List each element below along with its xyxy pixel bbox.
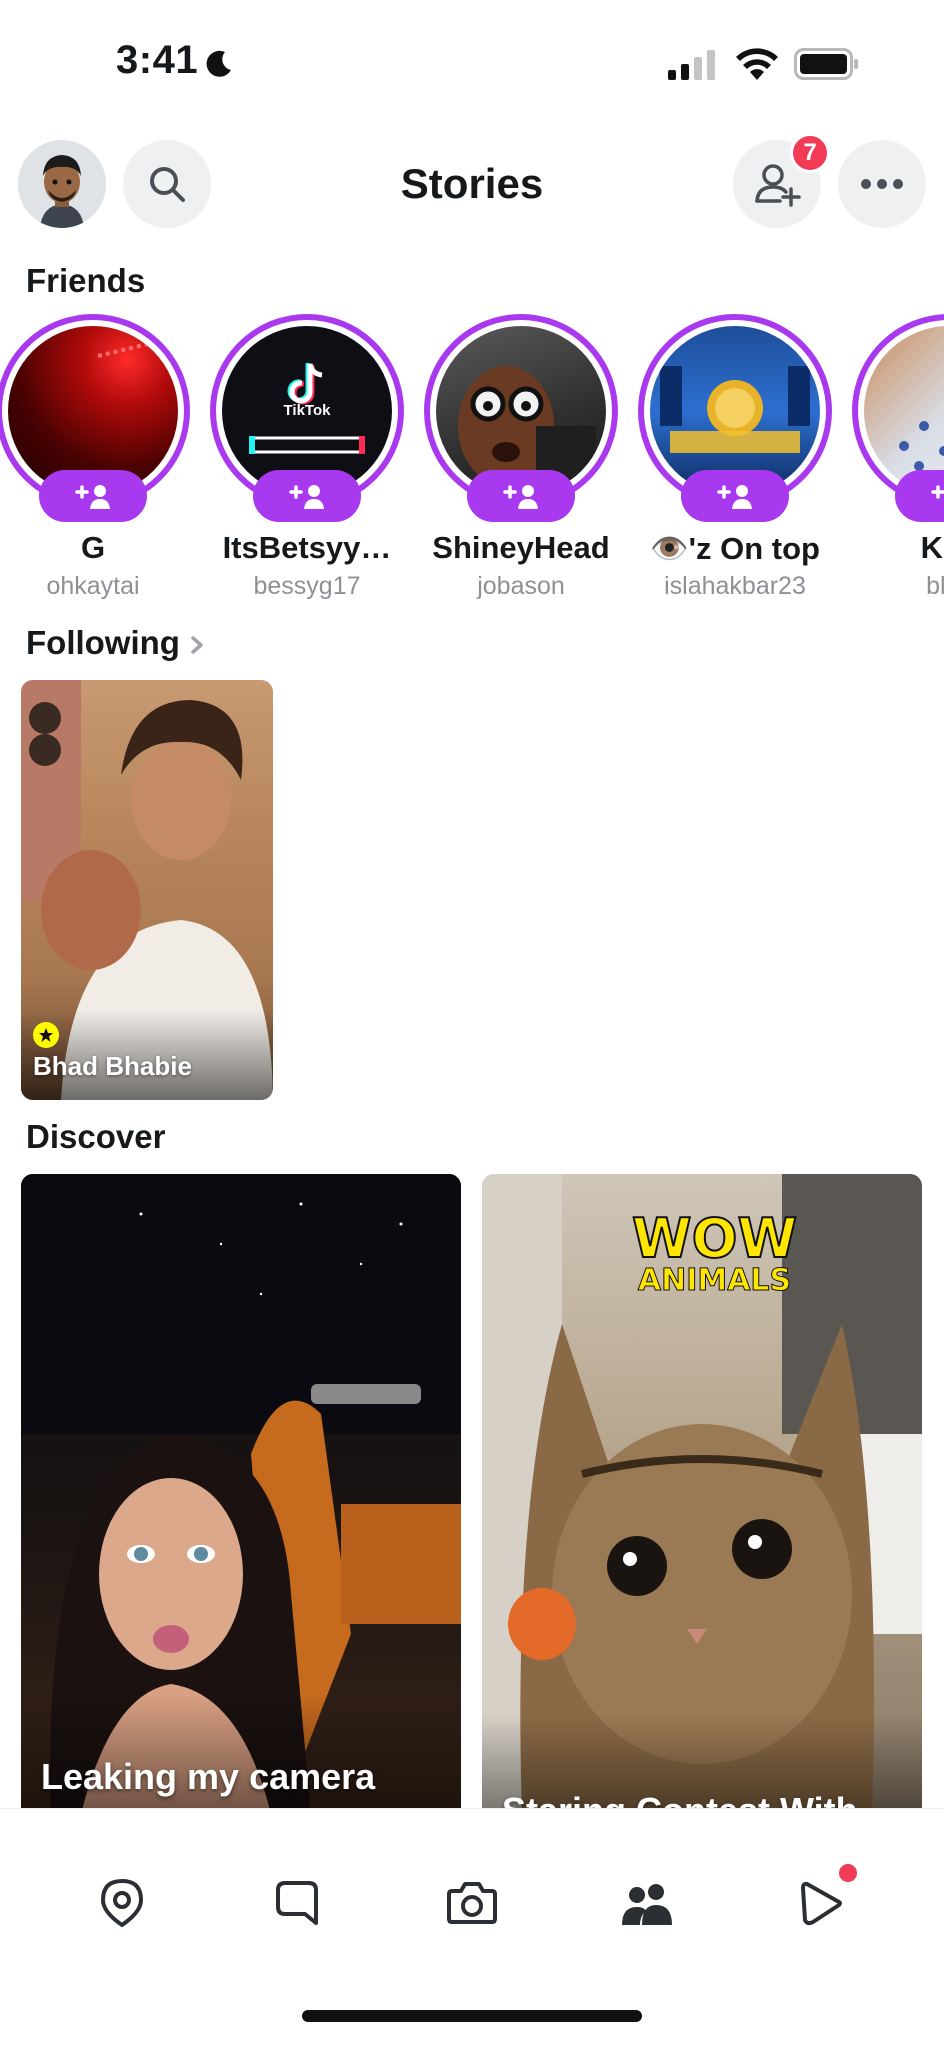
- friend-name: Kay: [920, 530, 944, 565]
- ellipsis-icon: [861, 179, 903, 189]
- nav-camera[interactable]: [440, 1871, 504, 1935]
- add-friend-pill[interactable]: [253, 470, 361, 522]
- plus-person-icon: [717, 485, 752, 509]
- chevron-right-icon: [191, 636, 203, 655]
- friend-name: G: [80, 530, 106, 565]
- following-story-card[interactable]: Bhad Bhabie: [21, 680, 273, 1100]
- nav-chat[interactable]: [265, 1871, 329, 1935]
- stories-icon: [622, 1884, 672, 1925]
- friend-name: ItsBetsyy…: [222, 530, 392, 565]
- following-story-name: Bhad Bhabie: [33, 1051, 192, 1081]
- plus-person-icon: [289, 485, 324, 509]
- more-options-button[interactable]: [838, 140, 926, 228]
- nav-spotlight[interactable]: [790, 1861, 860, 1935]
- wow-animals-logo: WOW ANIMALS: [631, 1207, 798, 1298]
- friend-story[interactable]: ShineyHead jobason: [414, 312, 628, 612]
- home-indicator[interactable]: [302, 2010, 642, 2022]
- spotlight-icon: [801, 1881, 842, 1926]
- tiktok-label: TikTok: [283, 402, 331, 419]
- plus-person-icon: [503, 485, 538, 509]
- logo-top: WOW: [631, 1207, 798, 1270]
- add-friend-pill[interactable]: [39, 470, 147, 522]
- friend-username: blas: [926, 572, 944, 600]
- discover-thumbnail: [21, 1174, 461, 1814]
- nav-map[interactable]: [90, 1871, 154, 1935]
- section-title-following[interactable]: Following: [26, 624, 208, 662]
- following-label: Following: [26, 624, 180, 661]
- wifi-icon: [736, 48, 778, 80]
- chat-icon: [276, 1881, 318, 1925]
- section-title-discover: Discover: [26, 1118, 166, 1155]
- friend-story[interactable]: Kay blas: [842, 312, 944, 612]
- star-badge-icon: [33, 1022, 59, 1048]
- friend-story[interactable]: 👁️'z On top islahakbar23: [628, 312, 842, 612]
- notification-badge: 7: [790, 133, 830, 173]
- add-friend-pill[interactable]: [467, 470, 575, 522]
- friend-story[interactable]: TikTok ItsBetsyy… bessyg17: [200, 312, 414, 612]
- friends-stories-row[interactable]: G ohkaytai TikTok ItsBetsyy… bessyg17 Sh…: [0, 312, 944, 612]
- discover-card[interactable]: WOW ANIMALS Staring Contest With: [482, 1174, 922, 1814]
- signal-icon: [668, 50, 715, 80]
- logo-bottom: ANIMALS: [637, 1263, 792, 1298]
- plus-person-icon: [75, 485, 110, 509]
- friend-username: islahakbar23: [664, 572, 806, 600]
- add-friend-pill[interactable]: [681, 470, 789, 522]
- map-pin-icon: [100, 1878, 144, 1928]
- status-bar: 3:41: [0, 0, 944, 130]
- tiktok-logo-icon: [287, 363, 323, 405]
- moon-icon: [206, 50, 231, 77]
- status-time: 3:41: [116, 38, 199, 82]
- battery-icon: [794, 48, 858, 80]
- discover-card[interactable]: Leaking my camera: [21, 1174, 461, 1814]
- friend-name: ShineyHead: [432, 530, 610, 565]
- friend-story[interactable]: G ohkaytai: [0, 312, 200, 612]
- camera-icon: [447, 1882, 497, 1924]
- friend-username: jobason: [477, 572, 565, 600]
- friend-name: 👁️'z On top: [650, 531, 820, 566]
- section-title-friends: Friends: [26, 262, 146, 299]
- spotlight-notification-dot: [836, 1861, 860, 1885]
- plus-person-icon: [931, 485, 944, 499]
- discover-title: Leaking my camera: [41, 1756, 376, 1797]
- friend-username: ohkaytai: [46, 572, 140, 600]
- friend-username: bessyg17: [253, 572, 361, 600]
- add-friend-pill[interactable]: [895, 470, 944, 522]
- nav-stories[interactable]: [615, 1871, 679, 1935]
